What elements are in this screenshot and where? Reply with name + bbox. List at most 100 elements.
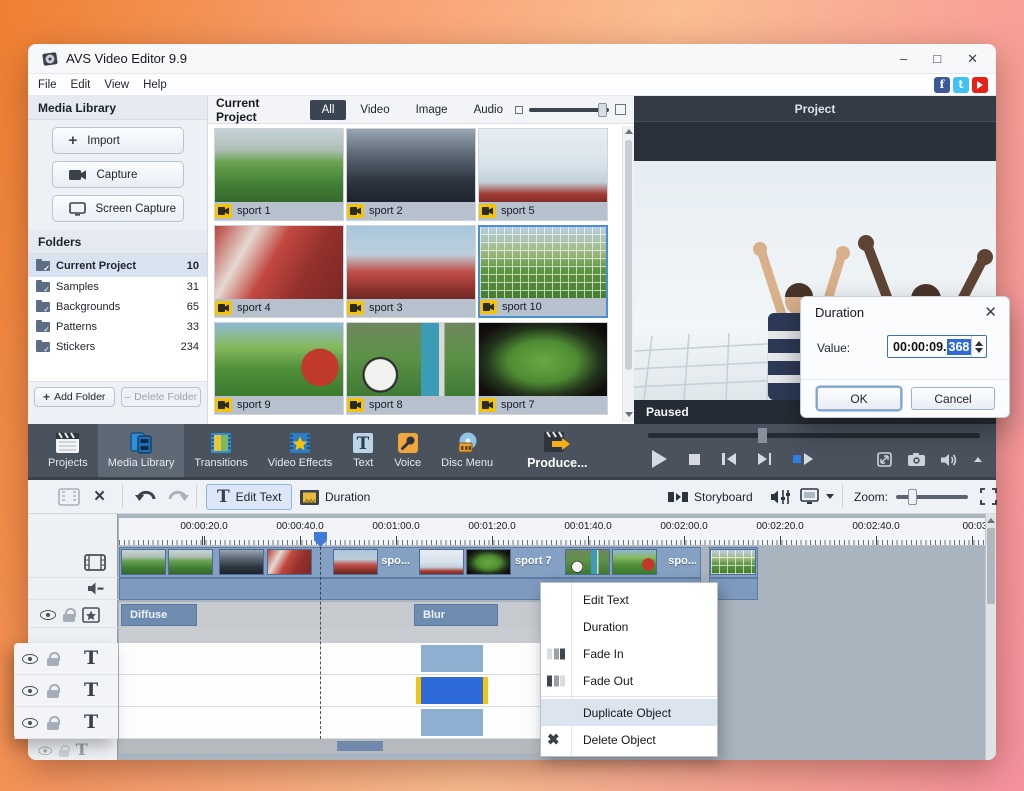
folder-backgrounds[interactable]: Backgrounds 65 [28,297,207,317]
seek-handle[interactable] [758,428,767,443]
tab-image[interactable]: Image [404,100,460,120]
media-clip[interactable]: sport 8 [346,322,476,415]
next-frame-icon[interactable] [758,453,772,465]
screen-capture-button[interactable]: Screen Capture [52,195,184,222]
menu-file[interactable]: File [38,79,57,91]
media-clip[interactable]: sport 7 [478,322,608,415]
play-icon[interactable] [652,450,667,468]
visibility-icon[interactable] [22,686,38,696]
tab-video[interactable]: Video [348,100,401,120]
lock-icon[interactable] [47,716,59,730]
storyboard-button[interactable]: Storyboard [668,484,753,510]
tab-audio[interactable]: Audio [462,100,515,120]
spin-down-icon[interactable] [975,348,983,353]
module-text[interactable]: T Text [342,424,384,477]
scroll-up-icon[interactable] [987,518,995,523]
module-video-effects[interactable]: Video Effects [258,424,342,477]
video-track-header[interactable] [28,547,118,578]
monitor-icon[interactable] [800,488,822,506]
module-media-library[interactable]: Media Library [98,424,185,477]
snapshot-icon[interactable] [908,453,925,466]
timeline-zoom-slider[interactable] [896,495,968,499]
menu-item-fade-in[interactable]: Fade In [541,640,717,667]
text-track-header-2[interactable] [14,675,118,707]
duration-button[interactable]: Duration [300,484,370,510]
scroll-down-icon[interactable] [625,412,633,417]
close-icon[interactable]: ✕ [967,52,978,65]
text-object[interactable] [421,709,483,736]
overlay-block[interactable] [337,741,383,751]
spin-up-icon[interactable] [975,341,983,346]
thumbnail-size-large-icon[interactable] [615,104,626,115]
lock-icon[interactable] [63,608,75,622]
dialog-close-icon[interactable]: ✕ [984,303,997,321]
stop-icon[interactable] [689,454,700,465]
menu-item-duplicate-object[interactable]: Duplicate Object [541,699,717,726]
seek-bar[interactable] [648,433,980,438]
scrollbar-thumb[interactable] [987,528,995,604]
zoom-handle[interactable] [908,489,917,505]
folder-stickers[interactable]: Stickers 234 [28,337,207,357]
media-clip[interactable]: sport 4 [214,225,344,318]
capture-button[interactable]: Capture [52,161,184,188]
spinner-control[interactable] [971,336,986,357]
duration-value-input[interactable]: 00:00:09.368 [887,335,987,358]
menu-item-fade-out[interactable]: Fade Out [541,667,717,694]
media-clip[interactable]: sport 3 [346,225,476,318]
ok-button[interactable]: OK [817,387,901,410]
maximize-icon[interactable]: □ [933,52,941,65]
volume-expand-icon[interactable] [974,457,982,462]
volume-icon[interactable] [941,453,958,467]
slider-handle[interactable] [598,103,607,117]
import-button[interactable]: + Import [52,127,184,154]
edit-text-button[interactable]: T Edit Text [206,484,292,510]
menu-item-edit-text[interactable]: Edit Text [541,586,717,613]
visibility-icon[interactable] [22,718,38,728]
facebook-icon[interactable]: f [934,77,950,93]
module-voice[interactable]: Voice [384,424,431,477]
menu-help[interactable]: Help [143,79,167,91]
fullscreen-icon[interactable] [877,452,892,467]
redo-icon[interactable] [166,488,190,506]
delete-icon[interactable]: × [94,487,105,506]
video-track[interactable]: spo... sport 7 spo... [119,547,985,578]
add-folder-button[interactable]: + Add Folder [34,387,115,407]
media-clip[interactable]: sport 2 [346,128,476,221]
menu-item-duration[interactable]: Duration [541,613,717,640]
module-transitions[interactable]: Transitions [184,424,257,477]
thumbnail-size-small-icon[interactable] [515,106,523,114]
visibility-icon[interactable] [22,654,38,664]
tab-all[interactable]: All [310,100,347,120]
minimize-icon[interactable]: – [900,52,907,65]
text-track-header-3[interactable] [14,707,118,739]
media-clip[interactable]: sport 9 [214,322,344,415]
audio-mixer-icon[interactable] [770,488,792,506]
cancel-button[interactable]: Cancel [911,387,995,410]
youtube-icon[interactable] [972,77,988,93]
text-object[interactable] [421,645,483,672]
play-to-marker-icon[interactable] [793,453,813,465]
menu-view[interactable]: View [104,79,129,91]
multi-trim-icon[interactable] [58,488,80,506]
grid-scrollbar[interactable] [622,126,634,422]
lock-icon[interactable] [47,684,59,698]
visibility-icon[interactable] [40,610,56,620]
effect-block[interactable]: Diffuse [121,604,197,626]
folder-samples[interactable]: Samples 31 [28,277,207,297]
monitor-dropdown-icon[interactable] [826,494,834,499]
menu-item-delete-object[interactable]: ✖ Delete Object [541,726,717,753]
folder-current-project[interactable]: Current Project 10 [28,255,207,277]
twitter-icon[interactable]: t [953,77,969,93]
media-clip[interactable]: sport 5 [478,128,608,221]
timeline-scrollbar[interactable] [985,514,996,760]
effect-block[interactable]: Blur [414,604,498,626]
undo-icon[interactable] [134,488,158,506]
zoom-fit-icon[interactable] [980,488,997,505]
media-clip[interactable]: sport 1 [214,128,344,221]
text-track-header-1[interactable] [14,643,118,675]
delete-folder-button[interactable]: – Delete Folder [121,387,202,407]
module-disc-menu[interactable]: Disc Menu [431,424,503,477]
scroll-up-icon[interactable] [625,129,633,134]
timeline-ruler[interactable]: 00:00:20.0 00:00:40.0 00:01:00.0 00:01:2… [119,518,985,546]
scrollbar-thumb[interactable] [625,140,632,370]
